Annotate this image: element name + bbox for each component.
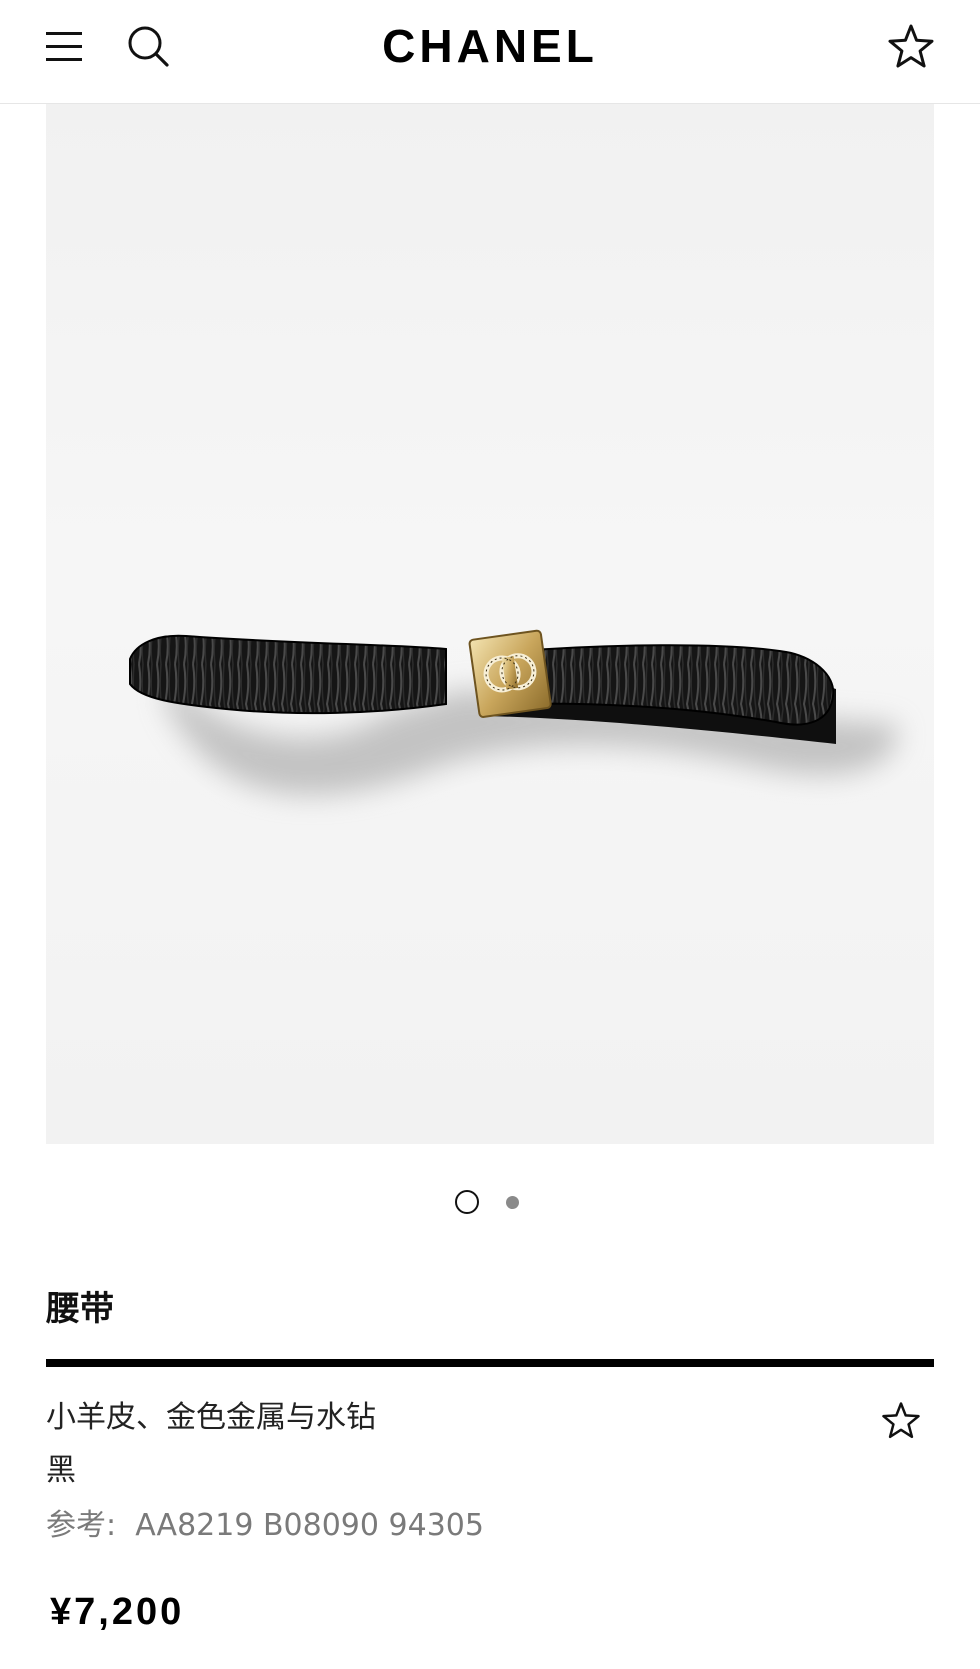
star-outline-icon: [888, 24, 934, 68]
product-title: 腰带: [46, 1289, 114, 1329]
product-price: ¥7,200: [50, 1591, 185, 1633]
brand-logo[interactable]: CHANEL: [0, 16, 980, 76]
gallery-pagination: [0, 1189, 980, 1215]
cc-buckle: [468, 629, 552, 718]
title-divider: [46, 1359, 934, 1367]
top-navigation-bar: CHANEL: [0, 0, 980, 104]
product-image-belt: [129, 629, 898, 795]
product-image-gallery[interactable]: [46, 104, 934, 1144]
product-color: 黑: [46, 1453, 76, 1488]
pagination-dot-2[interactable]: [506, 1196, 519, 1209]
reference-label: 参考:: [46, 1508, 126, 1543]
product-material: 小羊皮、金色金属与水钻: [46, 1400, 376, 1435]
favorites-button[interactable]: [884, 20, 938, 74]
star-outline-icon: [882, 1402, 920, 1439]
reference-code: AA8219 B08090 94305: [135, 1508, 484, 1543]
add-to-wishlist-button[interactable]: [876, 1396, 926, 1446]
pagination-dot-1-active[interactable]: [455, 1190, 479, 1214]
product-reference: 参考: AA8219 B08090 94305: [46, 1505, 484, 1547]
